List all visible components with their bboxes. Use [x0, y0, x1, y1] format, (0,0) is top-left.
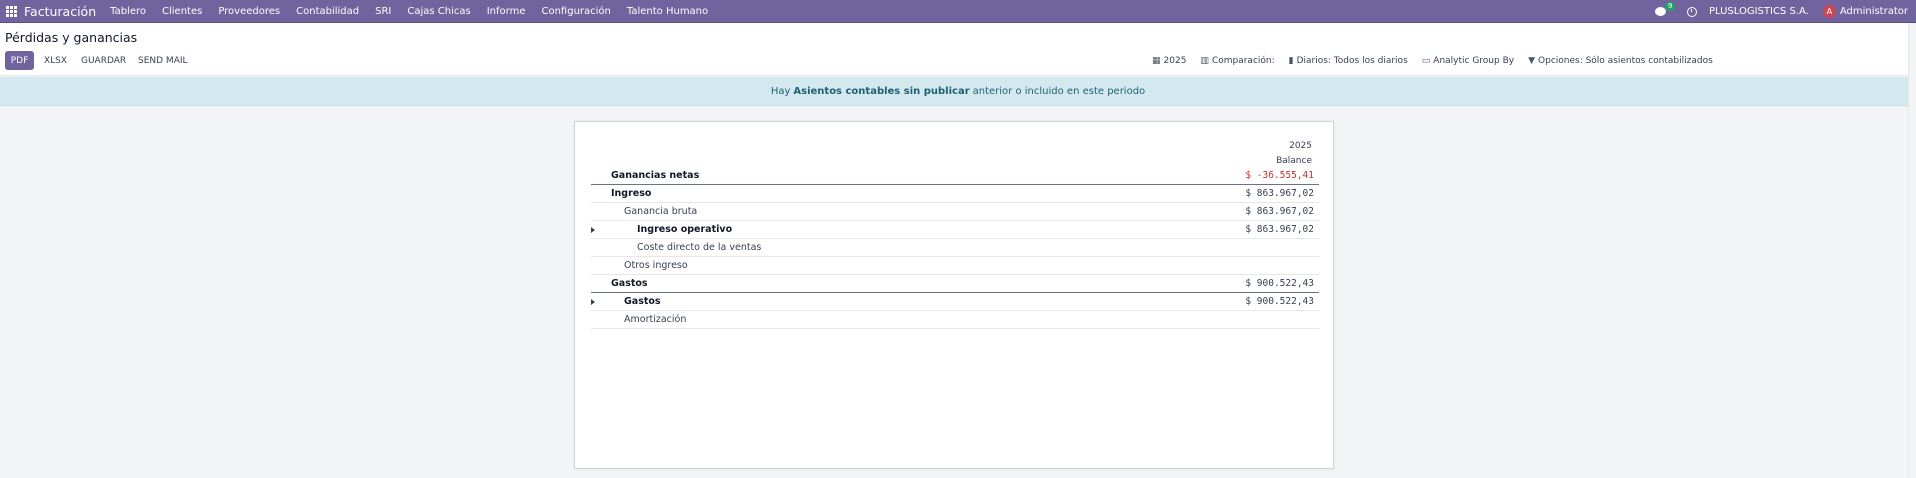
menu-item-contabilidad[interactable]: Contabilidad: [296, 6, 359, 17]
report-line-other-income: Otros ingreso: [591, 257, 1319, 275]
report-line-value[interactable]: $ 900.522,43: [1245, 278, 1314, 289]
messaging-button[interactable]: 9: [1654, 0, 1676, 23]
report-line-value[interactable]: $ -36.555,41: [1245, 170, 1314, 181]
report-filters: ▦ 2025 ▥ Comparación: ▮ Diarios: Todos l…: [1152, 51, 1727, 70]
calendar-icon: ▦: [1152, 55, 1161, 66]
menu-item-proveedores[interactable]: Proveedores: [218, 6, 280, 17]
report-line-value[interactable]: $ 863.967,02: [1245, 224, 1314, 235]
menu-item-tablero[interactable]: Tablero: [110, 6, 146, 17]
bar-chart-icon: ▥: [1200, 55, 1209, 66]
activity-clock-icon[interactable]: [1686, 6, 1697, 17]
unposted-entries-alert: Hay Asientos contables sin publicar ante…: [0, 77, 1916, 106]
navbar-systray: 9 PLUSLOGISTICS S.A. A Administrator: [1654, 0, 1908, 23]
send-mail-button[interactable]: SEND MAIL: [138, 51, 188, 70]
report-line-value[interactable]: $ 900.522,43: [1245, 296, 1314, 307]
page-title: Pérdidas y ganancias: [5, 30, 138, 45]
alert-prefix: Hay: [770, 85, 791, 97]
report-line-label: Amortización: [624, 314, 687, 325]
xlsx-button[interactable]: XLSX: [44, 51, 67, 70]
menu-item-clientes[interactable]: Clientes: [162, 6, 202, 17]
expand-caret-icon[interactable]: [591, 298, 595, 305]
journals-filter[interactable]: ▮ Diarios: Todos los diarios: [1289, 56, 1408, 66]
app-brand[interactable]: Facturación: [24, 4, 96, 19]
comparison-filter-label: Comparación:: [1211, 55, 1275, 66]
apps-menu-icon[interactable]: [0, 0, 22, 23]
report-line-label: Gastos: [624, 296, 661, 307]
menu-item-sri[interactable]: SRI: [375, 6, 391, 17]
report-line-label: Otros ingreso: [624, 260, 688, 271]
report-line-expenses: Gastos $ 900.522,43: [591, 275, 1319, 293]
column-header-year: 2025: [1289, 141, 1312, 151]
report-line-income: Ingreso $ 863.967,02: [591, 185, 1319, 203]
menu-item-configuracion[interactable]: Configuración: [541, 6, 610, 17]
unposted-entries-link[interactable]: Asientos contables sin publicar: [793, 86, 969, 97]
top-navbar: Facturación Tablero Clientes Proveedores…: [0, 0, 1916, 23]
control-panel: Pérdidas y ganancias PDF XLSX GUARDAR SE…: [0, 23, 1916, 76]
report-line-operating-income[interactable]: Ingreso operativo $ 863.967,02: [591, 221, 1319, 239]
report-line-depreciation: Amortización: [591, 311, 1319, 329]
report-line-net-profit: Ganancias netas $ -36.555,41: [591, 167, 1319, 185]
column-header-balance: Balance: [1276, 156, 1312, 166]
date-filter-label: 2025: [1163, 55, 1187, 66]
report-line-label: Ingreso: [611, 188, 652, 199]
options-filter[interactable]: ▼ Opciones: Sólo asientos contabilizados: [1528, 56, 1713, 66]
alert-suffix: anterior o incluido en este periodo: [972, 85, 1146, 97]
main-menu: Tablero Clientes Proveedores Contabilida…: [110, 6, 724, 17]
report-line-label: Ingreso operativo: [637, 224, 733, 235]
filter-icon: ▼: [1528, 55, 1536, 66]
page-scrollbar[interactable]: [1908, 23, 1916, 478]
report-line-label: Coste directo de la ventas: [637, 242, 762, 253]
menu-item-informe[interactable]: Informe: [487, 6, 526, 17]
menu-item-talento-humano[interactable]: Talento Humano: [627, 6, 708, 17]
report-line-expenses-detail[interactable]: Gastos $ 900.522,43: [591, 293, 1319, 311]
report-line-label: Ganancias netas: [611, 170, 700, 181]
user-avatar[interactable]: A: [1822, 5, 1836, 18]
pdf-button[interactable]: PDF: [5, 51, 34, 70]
company-switcher[interactable]: PLUSLOGISTICS S.A.: [1709, 6, 1809, 17]
analytic-group-filter[interactable]: ▭ Analytic Group By: [1422, 56, 1514, 66]
menu-item-cajas-chicas[interactable]: Cajas Chicas: [407, 6, 470, 17]
report-line-direct-cost: Coste directo de la ventas: [591, 239, 1319, 257]
chat-count-badge: 9: [1664, 2, 1676, 11]
save-button[interactable]: GUARDAR: [81, 51, 126, 70]
comparison-filter[interactable]: ▥ Comparación:: [1200, 56, 1274, 66]
journals-filter-label: Diarios: Todos los diarios: [1296, 55, 1408, 66]
report-line-label: Gastos: [611, 278, 648, 289]
date-filter[interactable]: ▦ 2025: [1152, 56, 1186, 66]
report-sheet: 2025 Balance Ganancias netas $ -36.555,4…: [574, 121, 1334, 469]
report-line-value[interactable]: $ 863.967,02: [1245, 206, 1314, 217]
user-menu[interactable]: Administrator: [1840, 6, 1908, 17]
analytic-group-filter-label: Analytic Group By: [1433, 55, 1515, 66]
expand-caret-icon[interactable]: [591, 226, 595, 233]
report-line-gross-profit: Ganancia bruta $ 863.967,02: [591, 203, 1319, 221]
report-line-value[interactable]: $ 863.967,02: [1245, 188, 1314, 199]
book-icon: ▮: [1288, 55, 1294, 66]
options-filter-label: Opciones: Sólo asientos contabilizados: [1538, 55, 1713, 66]
folder-icon: ▭: [1421, 55, 1431, 66]
report-line-label: Ganancia bruta: [624, 206, 698, 217]
chat-icon: [1654, 7, 1666, 16]
